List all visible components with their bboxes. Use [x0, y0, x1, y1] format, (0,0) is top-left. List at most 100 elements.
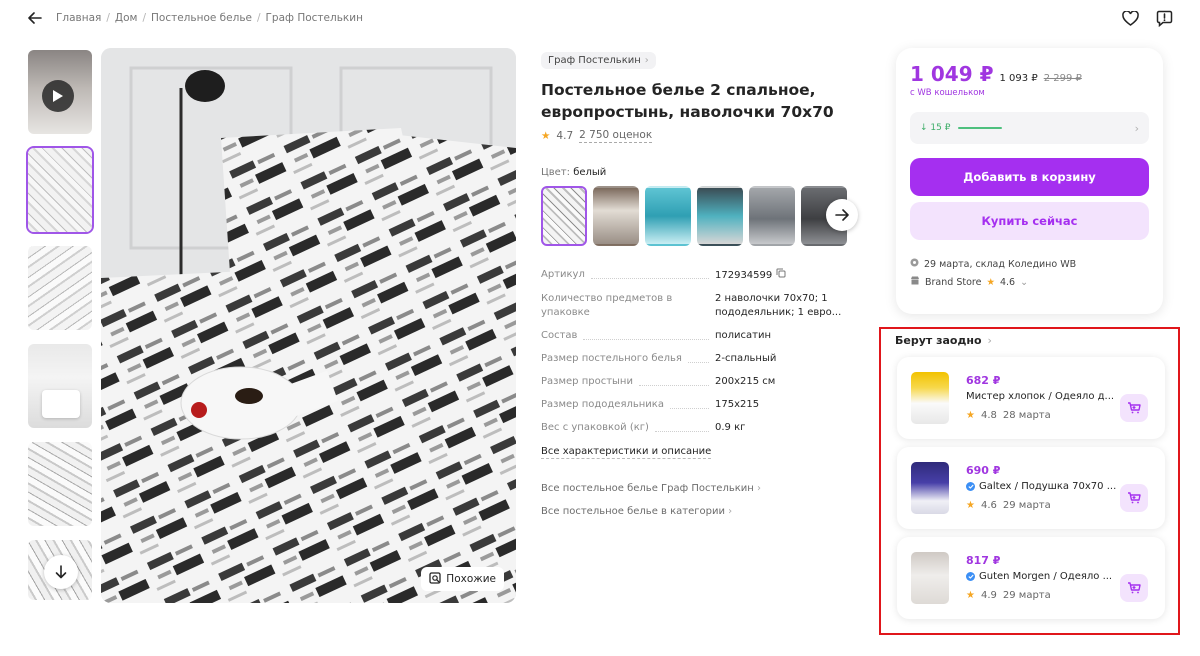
thumbnail-image[interactable]: [26, 244, 94, 332]
card-price: 682 ₽: [966, 374, 1001, 387]
color-swatch[interactable]: [749, 186, 795, 246]
wallet-note[interactable]: с WB кошельком: [910, 88, 1149, 98]
regular-price: 1 093 ₽: [999, 73, 1038, 84]
card-name: Guten Morgen / Одеяло ...: [966, 571, 1118, 582]
thumbnail-image[interactable]: [26, 342, 94, 430]
card-delivery-date: 29 марта: [1002, 590, 1051, 601]
chevron-right-icon: ›: [987, 334, 992, 347]
store-info[interactable]: Brand Store ★ 4.6 ⌄: [910, 276, 1149, 288]
star-icon: ★: [986, 276, 995, 288]
store-icon: [910, 276, 920, 288]
store-name: Brand Store: [925, 276, 982, 288]
star-icon: ★: [541, 130, 551, 142]
copy-icon[interactable]: [776, 268, 786, 283]
spec-value: 175х215: [715, 399, 760, 410]
main-product-image[interactable]: Похожие: [101, 48, 516, 603]
chevron-right-icon: ›: [644, 55, 649, 66]
all-specs-link[interactable]: Все характеристики и описание: [541, 446, 712, 459]
verified-icon: [966, 572, 975, 581]
recommended-product-card[interactable]: 817 ₽ Guten Morgen / Одеяло ... ★ 4.9 29…: [897, 537, 1165, 619]
recommended-product-card[interactable]: 690 ₽ Galtex / Подушка 70х70 ... ★ 4.6 2…: [897, 447, 1165, 529]
report-icon[interactable]: [1154, 8, 1174, 28]
spec-key: Размер простыни: [541, 375, 715, 389]
product-rating: ★ 4.7 2 750 оценок: [541, 129, 861, 143]
category-link[interactable]: Все постельное белье в категории ›: [541, 506, 861, 517]
chevron-right-icon: ›: [1134, 121, 1139, 135]
swatches-next-arrow-icon[interactable]: [826, 199, 858, 231]
spec-list: Артикул 172934599 Количество предметов в…: [541, 268, 861, 459]
breadcrumb-item-bedding[interactable]: Постельное белье: [151, 12, 252, 24]
breadcrumb-item-home[interactable]: Главная: [56, 12, 101, 24]
back-arrow-icon[interactable]: [26, 9, 44, 27]
spec-value: 200х215 см: [715, 376, 776, 387]
card-name: Мистер хлопок / Одеяло д...: [966, 391, 1115, 402]
color-label-text: Цвет:: [541, 167, 571, 178]
color-swatches: [541, 186, 861, 246]
add-to-cart-button[interactable]: Добавить в корзину: [910, 158, 1149, 196]
breadcrumb-item-home-goods[interactable]: Дом: [115, 12, 138, 24]
thumbnail-list: [26, 48, 96, 612]
breadcrumb-separator: /: [142, 12, 147, 24]
location-icon: [910, 258, 919, 270]
color-swatch[interactable]: [593, 186, 639, 246]
product-title: Постельное белье 2 спальное, европростын…: [541, 81, 834, 121]
buy-box: 1 049 ₽ 1 093 ₽ 2 299 ₽ с WB кошельком ↓…: [896, 48, 1163, 314]
spec-row: Размер постельного белья 2-спальный: [541, 352, 861, 366]
category-links: Все постельное белье Граф Постелькин › В…: [541, 483, 861, 517]
scroll-down-icon[interactable]: [44, 555, 78, 589]
card-meta: ★ 4.9 29 марта: [966, 590, 1051, 601]
card-rating: 4.9: [980, 590, 997, 601]
rating-value: 4.7: [556, 130, 574, 142]
card-price: 817 ₽: [966, 554, 1001, 567]
delivery-text: 29 марта, склад Коледино WB: [924, 258, 1077, 270]
reviews-link[interactable]: 2 750 оценок: [579, 129, 653, 143]
play-icon[interactable]: [42, 80, 74, 112]
thumbnail-video[interactable]: [26, 48, 94, 136]
breadcrumb-separator: /: [256, 12, 261, 24]
star-icon: ★: [966, 590, 975, 601]
verified-icon: [966, 482, 975, 491]
thumbnail-image[interactable]: [26, 440, 94, 528]
thumbnail-image[interactable]: [26, 146, 94, 234]
brand-category-link[interactable]: Все постельное белье Граф Постелькин ›: [541, 483, 861, 494]
add-to-cart-icon[interactable]: [1120, 394, 1148, 422]
brand-link[interactable]: Граф Постелькин ›: [541, 52, 656, 69]
color-label: Цвет: белый: [541, 167, 861, 178]
store-rating: 4.6: [999, 276, 1016, 288]
similar-products-label: Похожие: [446, 573, 496, 585]
add-to-cart-icon[interactable]: [1120, 484, 1148, 512]
thumbnail-image[interactable]: [26, 538, 94, 602]
card-rating: 4.6: [980, 500, 997, 511]
together-title[interactable]: Берут заодно ›: [895, 334, 992, 347]
spec-row: Состав полисатин: [541, 329, 861, 343]
product-thumbnail: [911, 462, 949, 514]
spec-key: Размер пододеяльника: [541, 398, 715, 412]
star-icon: ★: [966, 500, 975, 511]
spec-value: 2 наволочки 70х70; 1 пододеяльник; 1 евр…: [715, 293, 842, 318]
color-swatch[interactable]: [697, 186, 743, 246]
buy-now-button[interactable]: Купить сейчас: [910, 202, 1149, 240]
card-price: 690 ₽: [966, 464, 1001, 477]
color-swatch[interactable]: [645, 186, 691, 246]
card-meta: ★ 4.8 28 марта: [966, 410, 1051, 421]
delivery-info: 29 марта, склад Коледино WB: [910, 258, 1149, 270]
heart-icon[interactable]: [1120, 8, 1140, 28]
card-name: Galtex / Подушка 70х70 ...: [966, 481, 1118, 492]
card-delivery-date: 29 марта: [1002, 500, 1051, 511]
product-thumbnail: [911, 372, 949, 424]
price-history-row[interactable]: ↓ 15 ₽ ›: [910, 112, 1149, 144]
top-actions: [1120, 8, 1174, 28]
price-trend-line: [958, 127, 1003, 129]
similar-products-button[interactable]: Похожие: [421, 567, 504, 591]
breadcrumb-item-brand[interactable]: Граф Постелькин: [266, 12, 363, 24]
price-drop-value: ↓ 15 ₽: [920, 123, 951, 133]
spec-row: Размер простыни 200х215 см: [541, 375, 861, 389]
spec-row: Количество предметов в упаковке 2 наволо…: [541, 292, 861, 320]
chevron-right-icon: ›: [728, 506, 733, 517]
recommended-product-card[interactable]: 682 ₽ Мистер хлопок / Одеяло д... ★ 4.8 …: [897, 357, 1165, 439]
color-swatch-white[interactable]: [541, 186, 587, 246]
spec-key: Количество предметов в упаковке: [541, 293, 673, 318]
add-to-cart-icon[interactable]: [1120, 574, 1148, 602]
spec-key: Вес с упаковкой (кг): [541, 421, 715, 435]
spec-row: Вес с упаковкой (кг) 0.9 кг: [541, 421, 861, 435]
